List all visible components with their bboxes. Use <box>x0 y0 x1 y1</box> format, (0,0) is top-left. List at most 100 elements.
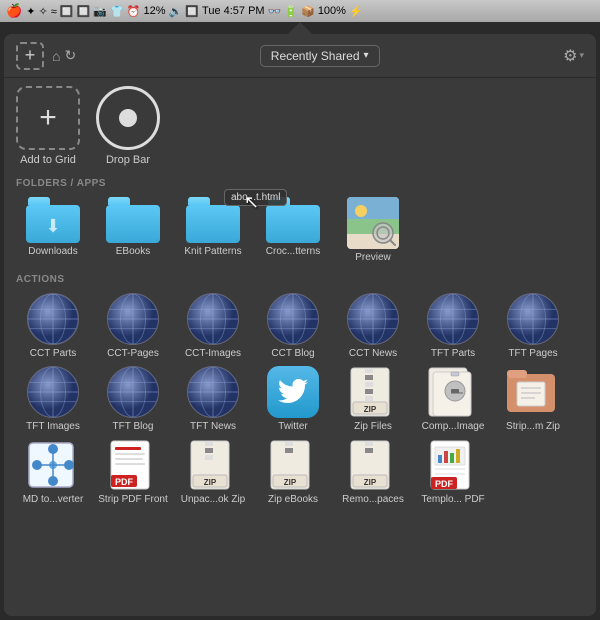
add-to-grid-icon: + <box>16 86 80 150</box>
cct-images-icon <box>187 293 239 345</box>
folder-tab <box>268 197 290 205</box>
tft-images-label: TFT Images <box>26 421 80 433</box>
cct-images-label: CCT-Images <box>185 348 241 360</box>
menu-bar: 🍎 ✦ ✧ ≈ 🔲 🔲 📷 👕 ⏰ 12% 🔊 🔲 Tue 4:57 PM 👓 … <box>0 0 600 22</box>
nav-icons: ⌂ ↻ <box>52 47 76 64</box>
actions-section-label: ACTIONS <box>16 274 584 285</box>
downloads-label: Downloads <box>28 246 77 258</box>
cct-blog-item[interactable]: CCT Blog <box>256 293 330 360</box>
apple-icon: 🍎 <box>6 3 22 19</box>
cct-blog-icon <box>267 293 319 345</box>
twitter-item[interactable]: Twitter <box>256 366 330 433</box>
knit-patterns-label: Knit Patterns <box>184 246 241 258</box>
folders-grid: ⬇ Downloads EBooks Knit Patterns <box>16 197 584 264</box>
unpack-zip-item[interactable]: ZIP Unpac...ok Zip <box>176 439 250 506</box>
template-pdf-item[interactable]: PDF Templo... PDF <box>416 439 490 506</box>
ebooks-label: EBooks <box>116 246 150 258</box>
actions-grid: CCT Parts CCT-Pages <box>16 293 584 506</box>
gear-arrow: ▾ <box>579 50 584 61</box>
home-icon[interactable]: ⌂ <box>52 48 60 64</box>
crochet-patterns-label: Croc...tterns <box>266 246 320 258</box>
plus-icon-large: + <box>39 101 57 135</box>
panel-content: + Add to Grid Drop Bar FOLDERS / APPS ⬇ <box>4 78 596 616</box>
tft-pages-item[interactable]: TFT Pages <box>496 293 570 360</box>
folder-tab <box>28 197 50 205</box>
refresh-icon[interactable]: ↻ <box>64 47 76 64</box>
tft-parts-item[interactable]: TFT Parts <box>416 293 490 360</box>
folder-body: ⬇ <box>26 205 80 243</box>
tft-images-item[interactable]: TFT Images <box>16 366 90 433</box>
zip-ebooks-icon: ZIP <box>267 439 319 491</box>
zip-files-label: Zip Files <box>354 421 392 433</box>
folders-section-label: FOLDERS / APPS <box>16 178 584 189</box>
tft-images-icon <box>27 366 79 418</box>
drop-bar-icon <box>96 86 160 150</box>
settings-button[interactable]: ⚙ ▾ <box>563 46 584 66</box>
gear-icon: ⚙ <box>563 46 577 66</box>
recently-shared-dropdown[interactable]: Recently Shared <box>260 45 380 67</box>
remove-spaces-item[interactable]: ZIP Remo...paces <box>336 439 410 506</box>
folder-body <box>106 205 160 243</box>
svg-text:ZIP: ZIP <box>204 478 217 487</box>
panel-header: + ⌂ ↻ Recently Shared ⚙ ▾ <box>4 34 596 78</box>
md-converter-icon <box>27 439 79 491</box>
zip-ebooks-item[interactable]: ZIP Zip eBooks <box>256 439 330 506</box>
folder-tab <box>188 197 210 205</box>
drop-bar-item[interactable]: Drop Bar <box>96 86 160 166</box>
header-left: + ⌂ ↻ <box>16 42 76 70</box>
strip-pdf-front-item[interactable]: PDF Strip PDF Front <box>96 439 170 506</box>
preview-app-item[interactable]: Preview <box>336 197 410 264</box>
twitter-icon <box>267 366 319 418</box>
drop-bar-label: Drop Bar <box>106 154 150 166</box>
zip-files-item[interactable]: ZIP Zip Files <box>336 366 410 433</box>
svg-text:PDF: PDF <box>435 479 454 489</box>
zip-files-icon: ZIP <box>347 366 399 418</box>
top-actions-row: + Add to Grid Drop Bar <box>16 86 584 166</box>
add-to-grid-item[interactable]: + Add to Grid <box>16 86 80 166</box>
folder-tab <box>108 197 130 205</box>
svg-text:ZIP: ZIP <box>364 405 377 414</box>
zip-ebooks-label: Zip eBooks <box>268 494 318 506</box>
ebooks-folder-item[interactable]: EBooks <box>96 197 170 264</box>
remove-spaces-icon: ZIP <box>347 439 399 491</box>
unpack-zip-label: Unpac...ok Zip <box>181 494 245 506</box>
panel-triangle <box>288 22 312 34</box>
downloads-folder-item[interactable]: ⬇ Downloads <box>16 197 90 264</box>
plus-icon: + <box>25 45 36 66</box>
cct-images-item[interactable]: CCT-Images <box>176 293 250 360</box>
cct-news-item[interactable]: CCT News <box>336 293 410 360</box>
tft-blog-item[interactable]: TFT Blog <box>96 366 170 433</box>
remove-spaces-label: Remo...paces <box>342 494 404 506</box>
cct-news-icon <box>347 293 399 345</box>
cct-news-label: CCT News <box>349 348 397 360</box>
tft-parts-icon <box>427 293 479 345</box>
template-pdf-icon: PDF <box>427 439 479 491</box>
preview-label: Preview <box>355 252 391 264</box>
cct-parts-label: CCT Parts <box>30 348 77 360</box>
cct-blog-label: CCT Blog <box>271 348 314 360</box>
md-converter-label: MD to...verter <box>23 494 84 506</box>
tft-news-item[interactable]: TFT News <box>176 366 250 433</box>
svg-text:ZIP: ZIP <box>364 478 377 487</box>
md-converter-item[interactable]: MD to...verter <box>16 439 90 506</box>
folder-body <box>186 205 240 243</box>
template-pdf-label: Templo... PDF <box>421 494 484 506</box>
comp-image-item[interactable]: Comp...Image <box>416 366 490 433</box>
cct-pages-item[interactable]: CCT-Pages <box>96 293 170 360</box>
comp-image-icon <box>427 366 479 418</box>
add-button[interactable]: + <box>16 42 44 70</box>
strip-pdf-front-icon: PDF <box>107 439 159 491</box>
svg-text:PDF: PDF <box>115 477 134 487</box>
cct-parts-item[interactable]: CCT Parts <box>16 293 90 360</box>
tft-pages-label: TFT Pages <box>508 348 557 360</box>
unpack-zip-icon: ZIP <box>187 439 239 491</box>
tft-blog-icon <box>107 366 159 418</box>
crochet-patterns-folder-item[interactable]: Croc...tterns <box>256 197 330 264</box>
cct-pages-label: CCT-Pages <box>107 348 159 360</box>
download-arrow-icon: ⬇ <box>45 216 60 237</box>
strip-zip-item[interactable]: Strip...m Zip <box>496 366 570 433</box>
tft-news-label: TFT News <box>190 421 236 433</box>
knit-patterns-folder-item[interactable]: Knit Patterns <box>176 197 250 264</box>
strip-zip-icon <box>507 366 559 418</box>
comp-image-label: Comp...Image <box>422 421 485 433</box>
